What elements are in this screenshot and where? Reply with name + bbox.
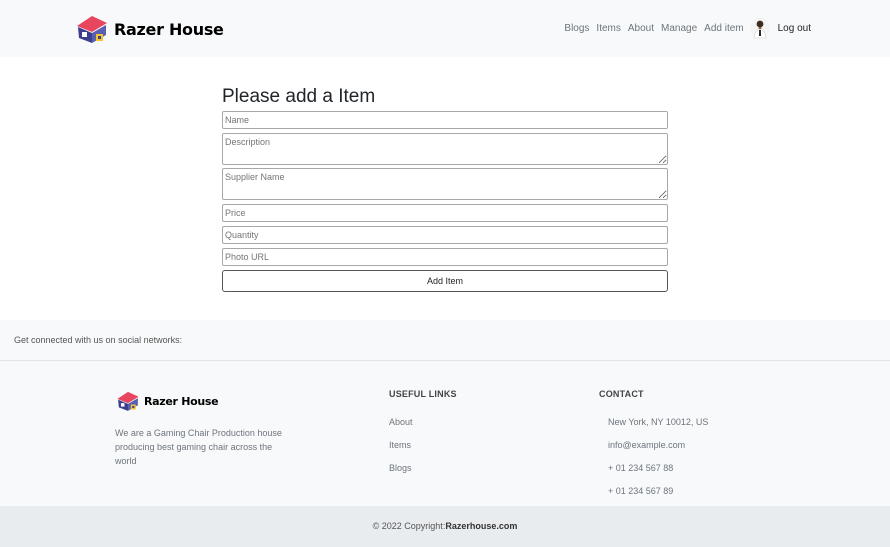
quantity-input[interactable]	[222, 226, 668, 244]
footer-brand: Razer House	[116, 390, 219, 412]
price-input[interactable]	[222, 204, 668, 222]
copyright-bar: © 2022 Copyright:Razerhouse.com	[0, 506, 890, 547]
contact-heading: CONTACT	[599, 389, 644, 399]
brand[interactable]: Razer House	[75, 14, 224, 44]
house-logo-icon	[77, 16, 107, 43]
photo-url-input[interactable]	[222, 248, 668, 266]
nav-items[interactable]: Items	[596, 23, 620, 34]
footer-link-items[interactable]: Items	[389, 439, 413, 462]
nav-add-item[interactable]: Add item	[704, 23, 743, 34]
footer: Razer House We are a Gaming Chair Produc…	[0, 361, 890, 506]
user-avatar[interactable]	[749, 16, 770, 40]
contact-address: New York, NY 10012, US	[608, 417, 709, 427]
nav-about[interactable]: About	[628, 23, 654, 34]
useful-links: About Items Blogs	[389, 416, 413, 485]
copyright-site-link[interactable]: Razerhouse.com	[445, 521, 517, 531]
contact-phone-2: + 01 234 567 89	[608, 486, 674, 496]
footer-about: We are a Gaming Chair Production house p…	[115, 428, 282, 466]
contact-phone-1: + 01 234 567 88	[608, 463, 674, 473]
nav-links: Blogs Items About Manage Add item Log ou…	[564, 15, 811, 41]
contact-email: info@example.com	[608, 440, 686, 450]
name-input[interactable]	[222, 111, 668, 129]
supplier-name-textarea[interactable]	[222, 168, 668, 200]
contact-list: New York, NY 10012, US info@example.com …	[608, 416, 708, 508]
description-textarea[interactable]	[222, 133, 668, 165]
useful-links-heading: USEFUL LINKS	[389, 389, 457, 399]
add-item-form: Please add a Item Add Item	[222, 84, 668, 292]
add-item-button[interactable]: Add Item	[222, 270, 668, 292]
nav-manage[interactable]: Manage	[661, 23, 697, 34]
house-logo-icon	[117, 391, 139, 411]
nav-blogs[interactable]: Blogs	[564, 23, 589, 34]
footer-link-about[interactable]: About	[389, 416, 413, 439]
social-bar: Get connected with us on social networks…	[0, 320, 890, 361]
logout-button[interactable]: Log out	[778, 23, 811, 34]
page-title: Please add a Item	[222, 86, 376, 107]
footer-link-blogs[interactable]: Blogs	[389, 462, 413, 485]
copyright-text: © 2022 Copyright:	[372, 521, 446, 531]
footer-brand-name: Razer House	[144, 394, 219, 408]
brand-name: Razer House	[114, 19, 224, 39]
navbar: Razer House Blogs Items About Manage Add…	[0, 0, 890, 57]
social-text: Get connected with us on social networks…	[14, 335, 183, 345]
